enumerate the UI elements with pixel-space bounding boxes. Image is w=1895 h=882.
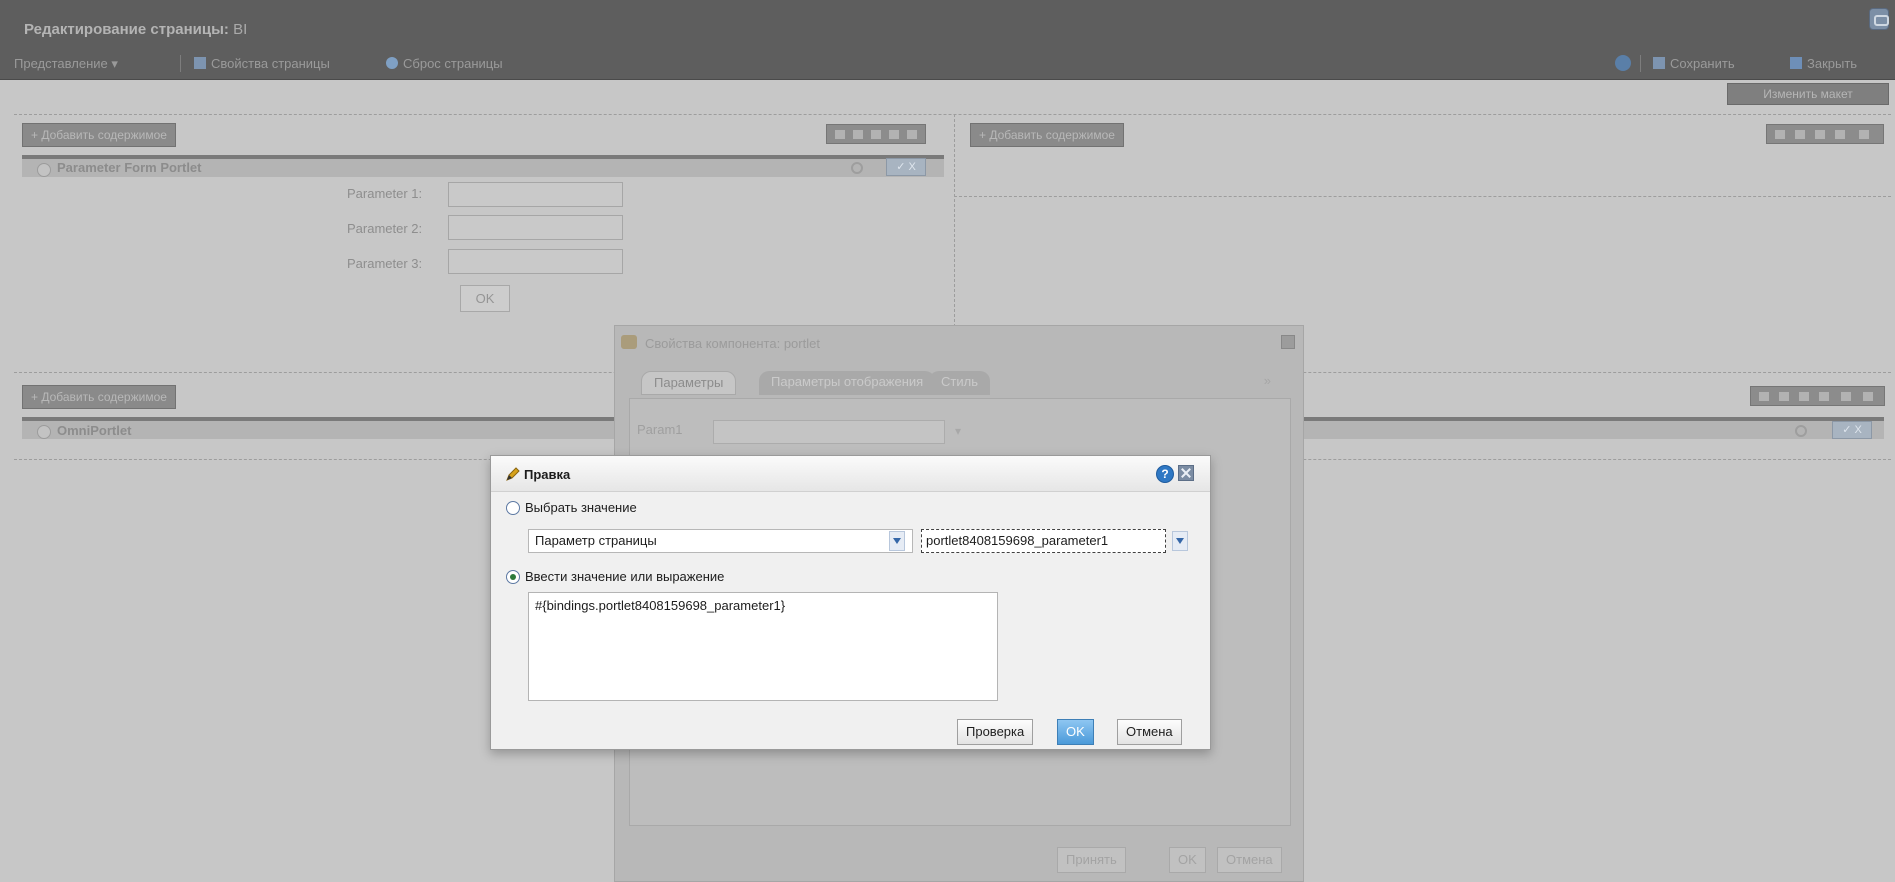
parameter-value: portlet8408159698_parameter1 (926, 533, 1109, 548)
tab-display-options[interactable]: Параметры отображения (759, 371, 936, 395)
help-icon[interactable]: ? (1156, 465, 1174, 483)
dialog-header: Правка ? (491, 456, 1210, 492)
view-menu[interactable]: Представление ▾ (14, 56, 118, 72)
layout-icon[interactable] (1795, 130, 1805, 139)
parameter-3-field[interactable] (448, 249, 623, 274)
tab-parameters[interactable]: Параметры (641, 371, 737, 395)
edit-icon[interactable] (1841, 392, 1851, 401)
page-title-name: BI (233, 21, 248, 38)
expression-label: Ввести значение или выражение (525, 569, 725, 584)
portlet-title: OmniPortlet (57, 423, 132, 438)
layout-icon[interactable] (1775, 130, 1785, 139)
dialog-title: Свойства компонента: portlet (645, 336, 820, 351)
page-properties-button[interactable]: Свойства страницы (194, 56, 330, 71)
parameter-ok-button[interactable]: OK (460, 285, 510, 312)
cancel-button[interactable]: Отмена (1217, 847, 1282, 873)
expression-textarea[interactable]: #{bindings.portlet8408159698_parameter1} (528, 592, 998, 701)
parameter-1-field[interactable] (448, 182, 623, 207)
layout-tools[interactable] (1766, 124, 1884, 144)
parameter-2-field[interactable] (448, 215, 623, 240)
close-page-button[interactable]: Закрыть (1790, 56, 1857, 71)
page-title-prefix: Редактирование страницы: (24, 21, 229, 38)
chat-icon[interactable] (1869, 8, 1889, 30)
close-page-label: Закрыть (1807, 56, 1858, 71)
change-layout-button[interactable]: Изменить макет (1727, 83, 1889, 105)
save-button[interactable]: Сохранить (1653, 56, 1735, 71)
layout-icon[interactable] (1779, 392, 1789, 401)
save-icon (1653, 57, 1665, 69)
select-value-label: Выбрать значение (525, 500, 637, 515)
reset-icon (386, 57, 398, 69)
layout-icon[interactable] (889, 130, 899, 139)
ok-button[interactable]: OK (1169, 847, 1206, 873)
page-reset-button[interactable]: Сброс страницы (386, 56, 503, 71)
edit-icon[interactable] (1859, 130, 1869, 139)
add-content-button[interactable]: + Добавить содержимое (970, 123, 1124, 147)
parameter-label: Parameter 2: (347, 221, 423, 236)
expression-radio[interactable] (506, 570, 520, 584)
layout-icon[interactable] (1759, 392, 1769, 401)
param-label: Param1 (637, 422, 683, 437)
dialog-footer: Принять OK Отмена (615, 837, 1303, 881)
add-content-button[interactable]: + Добавить содержимое (22, 385, 176, 409)
cancel-button[interactable]: Отмена (1117, 719, 1182, 745)
layout-tools[interactable] (826, 124, 926, 144)
layout-divider (954, 196, 1891, 197)
layout-icon[interactable] (871, 130, 881, 139)
save-label: Сохранить (1670, 56, 1735, 71)
chevron-down-icon[interactable]: ▾ (955, 424, 961, 438)
edit-dialog: Правка ? Выбрать значение Параметр стран… (490, 455, 1211, 750)
tab-bar: Параметры Параметры отображения Стиль » (641, 371, 1281, 395)
layout-tools[interactable] (1750, 386, 1885, 406)
tabs-overflow-icon[interactable]: » (1264, 373, 1271, 388)
layout-icon[interactable] (1835, 130, 1845, 139)
close-icon[interactable] (1863, 392, 1873, 401)
select-value-radio[interactable] (506, 501, 520, 515)
page-parameter-value: Параметр страницы (535, 533, 657, 548)
toolbar: Представление ▾ Свойства страницы Сброс … (0, 49, 1895, 79)
parameter-label: Parameter 3: (347, 256, 423, 271)
portlet-close-button[interactable]: ✓ X (1832, 421, 1872, 439)
help-icon[interactable] (1615, 55, 1631, 71)
properties-icon (621, 335, 637, 349)
properties-icon (194, 57, 206, 69)
check-button[interactable]: Проверка (957, 719, 1034, 745)
page-reset-label: Сброс страницы (403, 56, 503, 71)
pencil-icon (506, 467, 520, 481)
page-parameter-select[interactable]: Параметр страницы (528, 529, 913, 553)
layout-icon[interactable] (1799, 392, 1809, 401)
layout-icon[interactable] (1815, 130, 1825, 139)
toolbar-separator (180, 55, 181, 72)
page-properties-label: Свойства страницы (211, 56, 330, 71)
add-content-button[interactable]: + Добавить содержимое (22, 123, 176, 147)
tab-style[interactable]: Стиль (929, 371, 990, 395)
ok-button[interactable]: OK (1057, 719, 1094, 745)
layout-icon[interactable] (1819, 392, 1829, 401)
parameter-label: Parameter 1: (347, 186, 423, 201)
chevron-down-icon[interactable] (1172, 531, 1188, 551)
edit-icon[interactable] (907, 130, 917, 139)
parameter-select[interactable]: portlet8408159698_parameter1 (921, 529, 1166, 553)
layout-icon[interactable] (853, 130, 863, 139)
close-page-icon (1790, 57, 1802, 69)
chevron-down-icon[interactable] (889, 531, 905, 551)
close-icon[interactable] (1281, 335, 1295, 349)
portlet-close-button[interactable]: ✓ X (886, 158, 926, 176)
toolbar-separator (1640, 55, 1641, 72)
close-icon[interactable] (1178, 465, 1194, 481)
expand-icon[interactable] (37, 425, 51, 439)
dialog-title: Правка (524, 467, 571, 482)
gear-icon[interactable] (851, 162, 863, 174)
collapse-icon[interactable] (37, 163, 51, 177)
apply-button[interactable]: Принять (1057, 847, 1126, 873)
page-title: Редактирование страницы: BI (24, 21, 247, 38)
app-header: Редактирование страницы: BI Представлени… (0, 0, 1895, 80)
layout-divider (14, 114, 1891, 115)
param-field[interactable] (713, 420, 945, 444)
gear-icon[interactable] (1795, 425, 1807, 437)
portlet-title: Parameter Form Portlet (57, 160, 202, 175)
layout-icon[interactable] (835, 130, 845, 139)
